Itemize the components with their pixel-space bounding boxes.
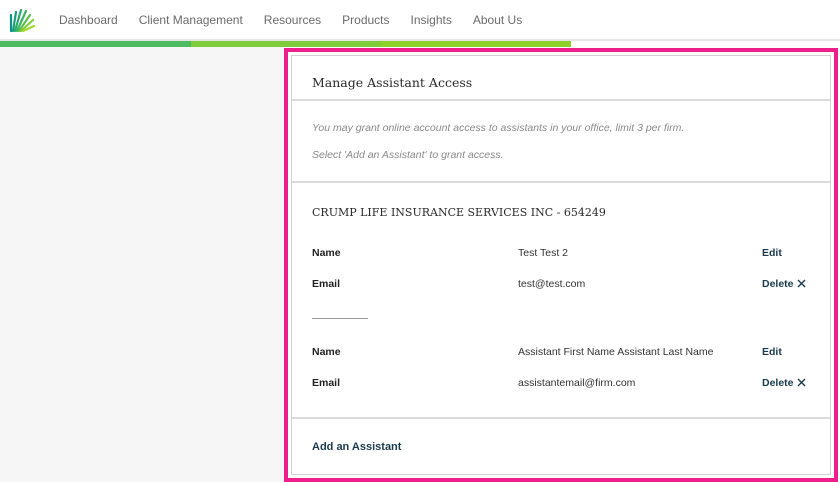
name-label: Name bbox=[312, 346, 341, 358]
assistant-1-name-row: Name Test Test 2 Edit bbox=[312, 247, 810, 263]
delete-button[interactable]: Delete bbox=[762, 377, 806, 389]
fan-logo-icon[interactable] bbox=[7, 5, 35, 33]
firm-name: CRUMP LIFE INSURANCE SERVICES INC - 6542… bbox=[312, 206, 606, 219]
close-icon bbox=[797, 378, 806, 387]
add-assistant-link[interactable]: Add an Assistant bbox=[312, 441, 401, 453]
nav-dashboard[interactable]: Dashboard bbox=[59, 13, 118, 27]
edit-button[interactable]: Edit bbox=[762, 346, 782, 358]
nav-products[interactable]: Products bbox=[342, 13, 389, 27]
main-nav: Dashboard Client Management Resources Pr… bbox=[59, 0, 543, 40]
email-label: Email bbox=[312, 377, 341, 389]
left-panel bbox=[0, 47, 284, 482]
assistant-2-name-row: Name Assistant First Name Assistant Last… bbox=[312, 346, 810, 362]
access-limit-note: You may grant online account access to a… bbox=[312, 122, 685, 134]
assistant-2-email-row: Email assistantemail@firm.com Delete bbox=[312, 377, 810, 393]
divider bbox=[292, 181, 830, 183]
manage-assistant-access-card: Manage Assistant Access You may grant on… bbox=[284, 48, 838, 482]
name-value: Assistant First Name Assistant Last Name bbox=[518, 346, 714, 358]
top-navigation-bar: Dashboard Client Management Resources Pr… bbox=[0, 0, 840, 40]
header-stripe-segment-3 bbox=[381, 41, 571, 47]
add-instruction-note: Select 'Add an Assistant' to grant acces… bbox=[312, 149, 504, 161]
email-value: assistantemail@firm.com bbox=[518, 377, 636, 389]
close-icon bbox=[797, 279, 806, 288]
nav-about-us[interactable]: About Us bbox=[473, 13, 522, 27]
name-value: Test Test 2 bbox=[518, 247, 568, 259]
delete-label: Delete bbox=[762, 377, 794, 389]
email-value: test@test.com bbox=[518, 278, 586, 290]
nav-insights[interactable]: Insights bbox=[411, 13, 452, 27]
nav-resources[interactable]: Resources bbox=[264, 13, 321, 27]
name-label: Name bbox=[312, 247, 341, 259]
assistant-1-email-row: Email test@test.com Delete bbox=[312, 278, 810, 294]
email-label: Email bbox=[312, 278, 341, 290]
delete-button[interactable]: Delete bbox=[762, 278, 806, 290]
card-inner-frame: Manage Assistant Access You may grant on… bbox=[291, 55, 831, 475]
divider bbox=[292, 417, 830, 419]
divider bbox=[292, 99, 830, 101]
nav-client-management[interactable]: Client Management bbox=[139, 13, 243, 27]
assistant-separator bbox=[312, 318, 368, 319]
delete-label: Delete bbox=[762, 278, 794, 290]
edit-button[interactable]: Edit bbox=[762, 247, 782, 259]
card-title: Manage Assistant Access bbox=[312, 75, 473, 90]
